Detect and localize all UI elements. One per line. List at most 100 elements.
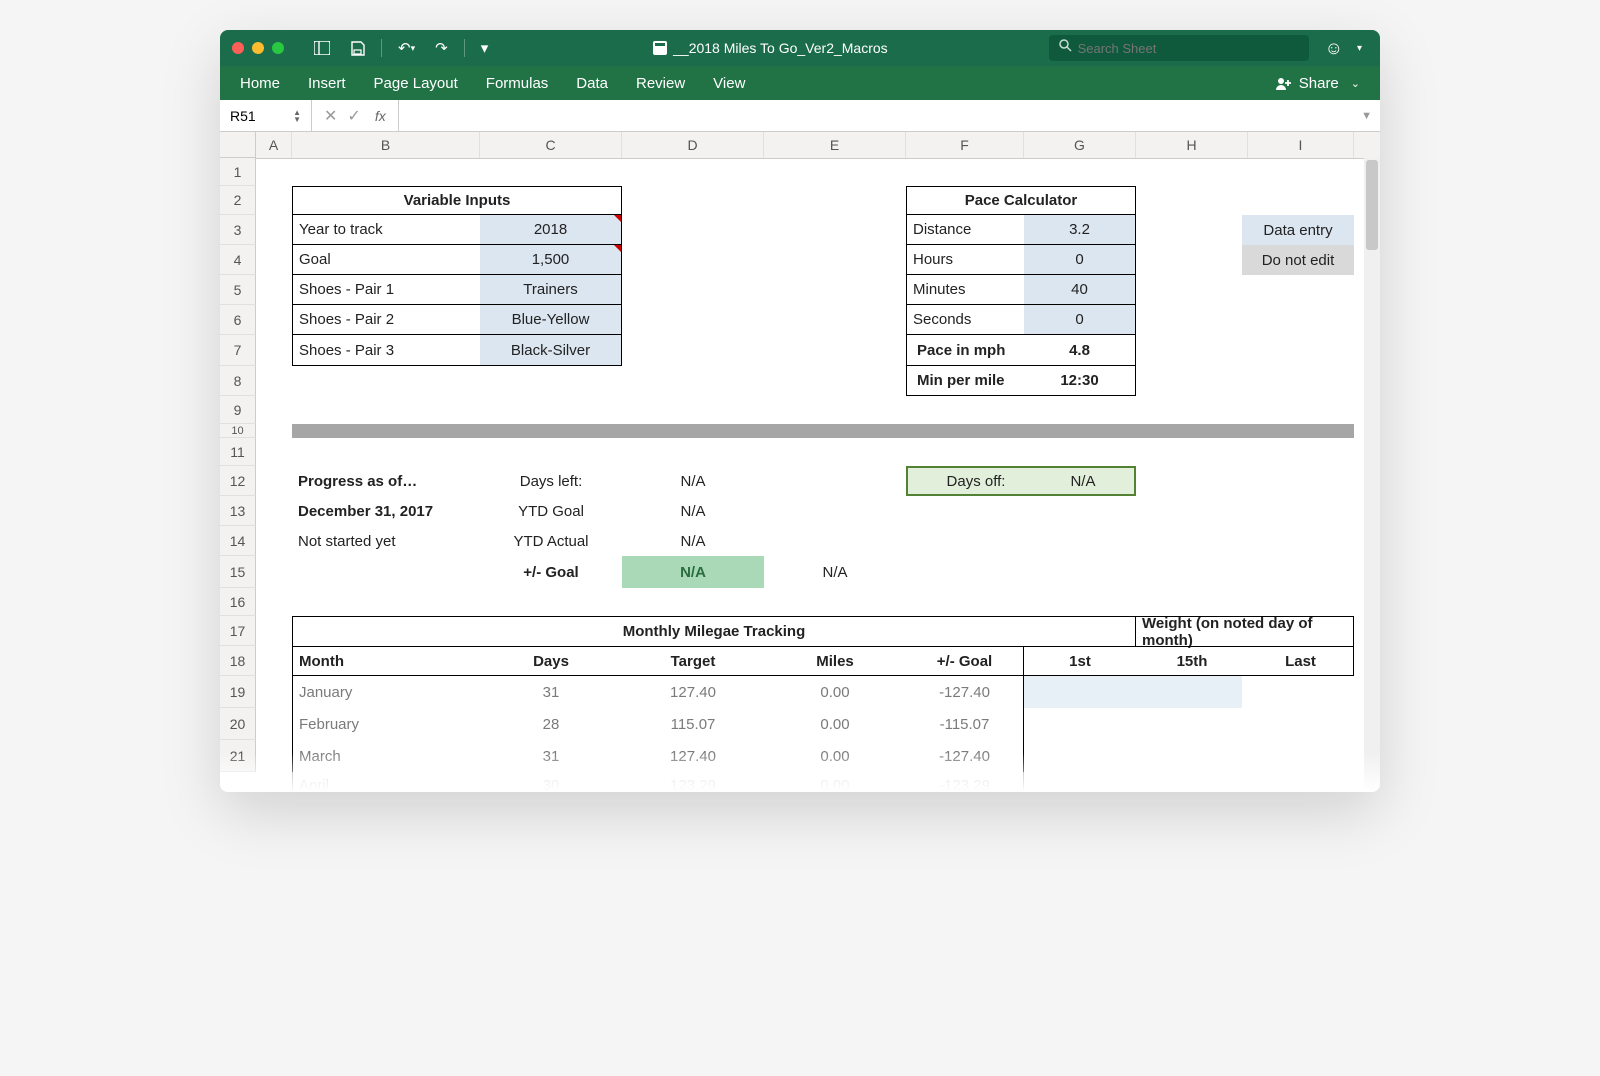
row-header[interactable]: 16 <box>220 588 256 616</box>
col-1st[interactable]: 1st <box>1024 646 1136 676</box>
formula-expand-icon[interactable]: ▼ <box>1353 110 1380 122</box>
cell[interactable]: 31 <box>480 740 622 772</box>
tab-page-layout[interactable]: Page Layout <box>374 75 458 92</box>
feedback-chevron-icon[interactable]: ▾ <box>1351 43 1368 54</box>
cancel-formula-icon[interactable]: ✕ <box>324 106 337 126</box>
cell[interactable]: 1,500 <box>480 245 622 275</box>
select-all-corner[interactable] <box>220 132 256 158</box>
cell[interactable]: Seconds <box>906 305 1024 335</box>
cell[interactable]: 40 <box>1024 275 1136 305</box>
tracking-title[interactable]: Monthly Milegae Tracking <box>292 616 1136 646</box>
cell[interactable]: -115.07 <box>906 708 1024 740</box>
row-header[interactable]: 18 <box>220 646 256 676</box>
progress-heading[interactable]: Progress as of… <box>292 466 480 496</box>
cell[interactable]: 0 <box>1024 245 1136 275</box>
progress-status[interactable]: Not started yet <box>292 526 480 556</box>
search-input[interactable] <box>1078 41 1299 56</box>
cell[interactable]: N/A <box>764 556 906 588</box>
row-header[interactable]: 11 <box>220 438 256 466</box>
row-header[interactable]: 19 <box>220 676 256 708</box>
name-box[interactable]: R51 ▲▼ <box>220 100 312 131</box>
row-header[interactable]: 15 <box>220 556 256 588</box>
col-header-E[interactable]: E <box>764 132 906 158</box>
cell[interactable]: Black-Silver <box>480 335 622 366</box>
fx-icon[interactable]: fx <box>375 108 386 124</box>
col-header-I[interactable]: I <box>1248 132 1354 158</box>
col-pm[interactable]: +/- Goal <box>906 646 1024 676</box>
row-header[interactable]: 8 <box>220 366 256 396</box>
col-header-F[interactable]: F <box>906 132 1024 158</box>
row-header[interactable]: 3 <box>220 215 256 245</box>
cell[interactable]: Goal <box>292 245 480 275</box>
row-header[interactable]: 9 <box>220 396 256 424</box>
col-target[interactable]: Target <box>622 646 764 676</box>
row-header[interactable]: 20 <box>220 708 256 740</box>
cell[interactable]: 123.29 <box>622 772 764 792</box>
cell[interactable]: -127.40 <box>906 740 1024 772</box>
row-header[interactable]: 7 <box>220 335 256 366</box>
col-days[interactable]: Days <box>480 646 622 676</box>
table-row[interactable]: January <box>292 676 480 708</box>
cell[interactable]: Blue-Yellow <box>480 305 622 335</box>
cell[interactable]: Min per mile <box>906 366 1024 396</box>
tab-review[interactable]: Review <box>636 75 685 92</box>
col-header-H[interactable]: H <box>1136 132 1248 158</box>
col-header-D[interactable]: D <box>622 132 764 158</box>
cell[interactable]: N/A <box>622 556 764 588</box>
row-header[interactable]: 13 <box>220 496 256 526</box>
cell[interactable]: Distance <box>906 215 1024 245</box>
days-off-box[interactable]: Days off:N/A <box>906 466 1136 496</box>
pace-calc-title[interactable]: Pace Calculator <box>906 186 1136 215</box>
sidebar-toggle-icon[interactable] <box>308 41 336 55</box>
cell[interactable]: YTD Actual <box>480 526 622 556</box>
row-header[interactable]: 17 <box>220 616 256 646</box>
progress-date[interactable]: December 31, 2017 <box>292 496 480 526</box>
cell[interactable]: 3.2 <box>1024 215 1136 245</box>
cell[interactable]: Minutes <box>906 275 1024 305</box>
cell[interactable]: 4.8 <box>1024 335 1136 366</box>
cell[interactable]: 0 <box>1024 305 1136 335</box>
cell[interactable]: 0.00 <box>764 772 906 792</box>
row-header[interactable]: 1 <box>220 158 256 186</box>
cell[interactable]: N/A <box>622 526 764 556</box>
cell[interactable]: Pace in mph <box>906 335 1024 366</box>
weight-title[interactable]: Weight (on noted day of month) <box>1136 616 1354 646</box>
col-header-A[interactable]: A <box>256 132 292 158</box>
cell[interactable]: 0.00 <box>764 676 906 708</box>
table-row[interactable]: April <box>292 772 480 792</box>
share-button[interactable]: Share ⌄ <box>1275 75 1360 92</box>
feedback-icon[interactable]: ☺ <box>1325 38 1343 59</box>
row-header[interactable]: 14 <box>220 526 256 556</box>
cell[interactable]: 127.40 <box>622 676 764 708</box>
cell[interactable]: 115.07 <box>622 708 764 740</box>
cell[interactable]: Days left: <box>480 466 622 496</box>
spreadsheet-grid[interactable]: A B C D E F G H I 1 2 3 4 5 6 7 8 9 10 1… <box>220 132 1380 792</box>
col-month[interactable]: Month <box>292 646 480 676</box>
minimize-icon[interactable] <box>252 42 264 54</box>
cell[interactable]: +/- Goal <box>480 556 622 588</box>
cell[interactable]: N/A <box>622 466 764 496</box>
row-header[interactable]: 4 <box>220 245 256 275</box>
cell[interactable]: YTD Goal <box>480 496 622 526</box>
tab-formulas[interactable]: Formulas <box>486 75 549 92</box>
tab-data[interactable]: Data <box>576 75 608 92</box>
cell[interactable]: 0.00 <box>764 740 906 772</box>
row-header[interactable]: 21 <box>220 740 256 772</box>
cell[interactable]: 127.40 <box>622 740 764 772</box>
close-icon[interactable] <box>232 42 244 54</box>
row-header[interactable]: 6 <box>220 305 256 335</box>
formula-input[interactable] <box>398 100 1353 131</box>
row-header[interactable]: 10 <box>220 424 256 438</box>
cell[interactable]: Hours <box>906 245 1024 275</box>
legend-do-not-edit[interactable]: Do not edit <box>1242 245 1354 275</box>
tab-home[interactable]: Home <box>240 75 280 92</box>
tab-view[interactable]: View <box>713 75 745 92</box>
cell[interactable]: 2018 <box>480 215 622 245</box>
zoom-icon[interactable] <box>272 42 284 54</box>
cell[interactable]: Shoes - Pair 2 <box>292 305 480 335</box>
cell[interactable]: Shoes - Pair 3 <box>292 335 480 366</box>
cell[interactable]: -123.29 <box>906 772 1024 792</box>
name-box-stepper[interactable]: ▲▼ <box>293 109 301 123</box>
col-15th[interactable]: 15th <box>1136 646 1248 676</box>
row-header[interactable]: 12 <box>220 466 256 496</box>
